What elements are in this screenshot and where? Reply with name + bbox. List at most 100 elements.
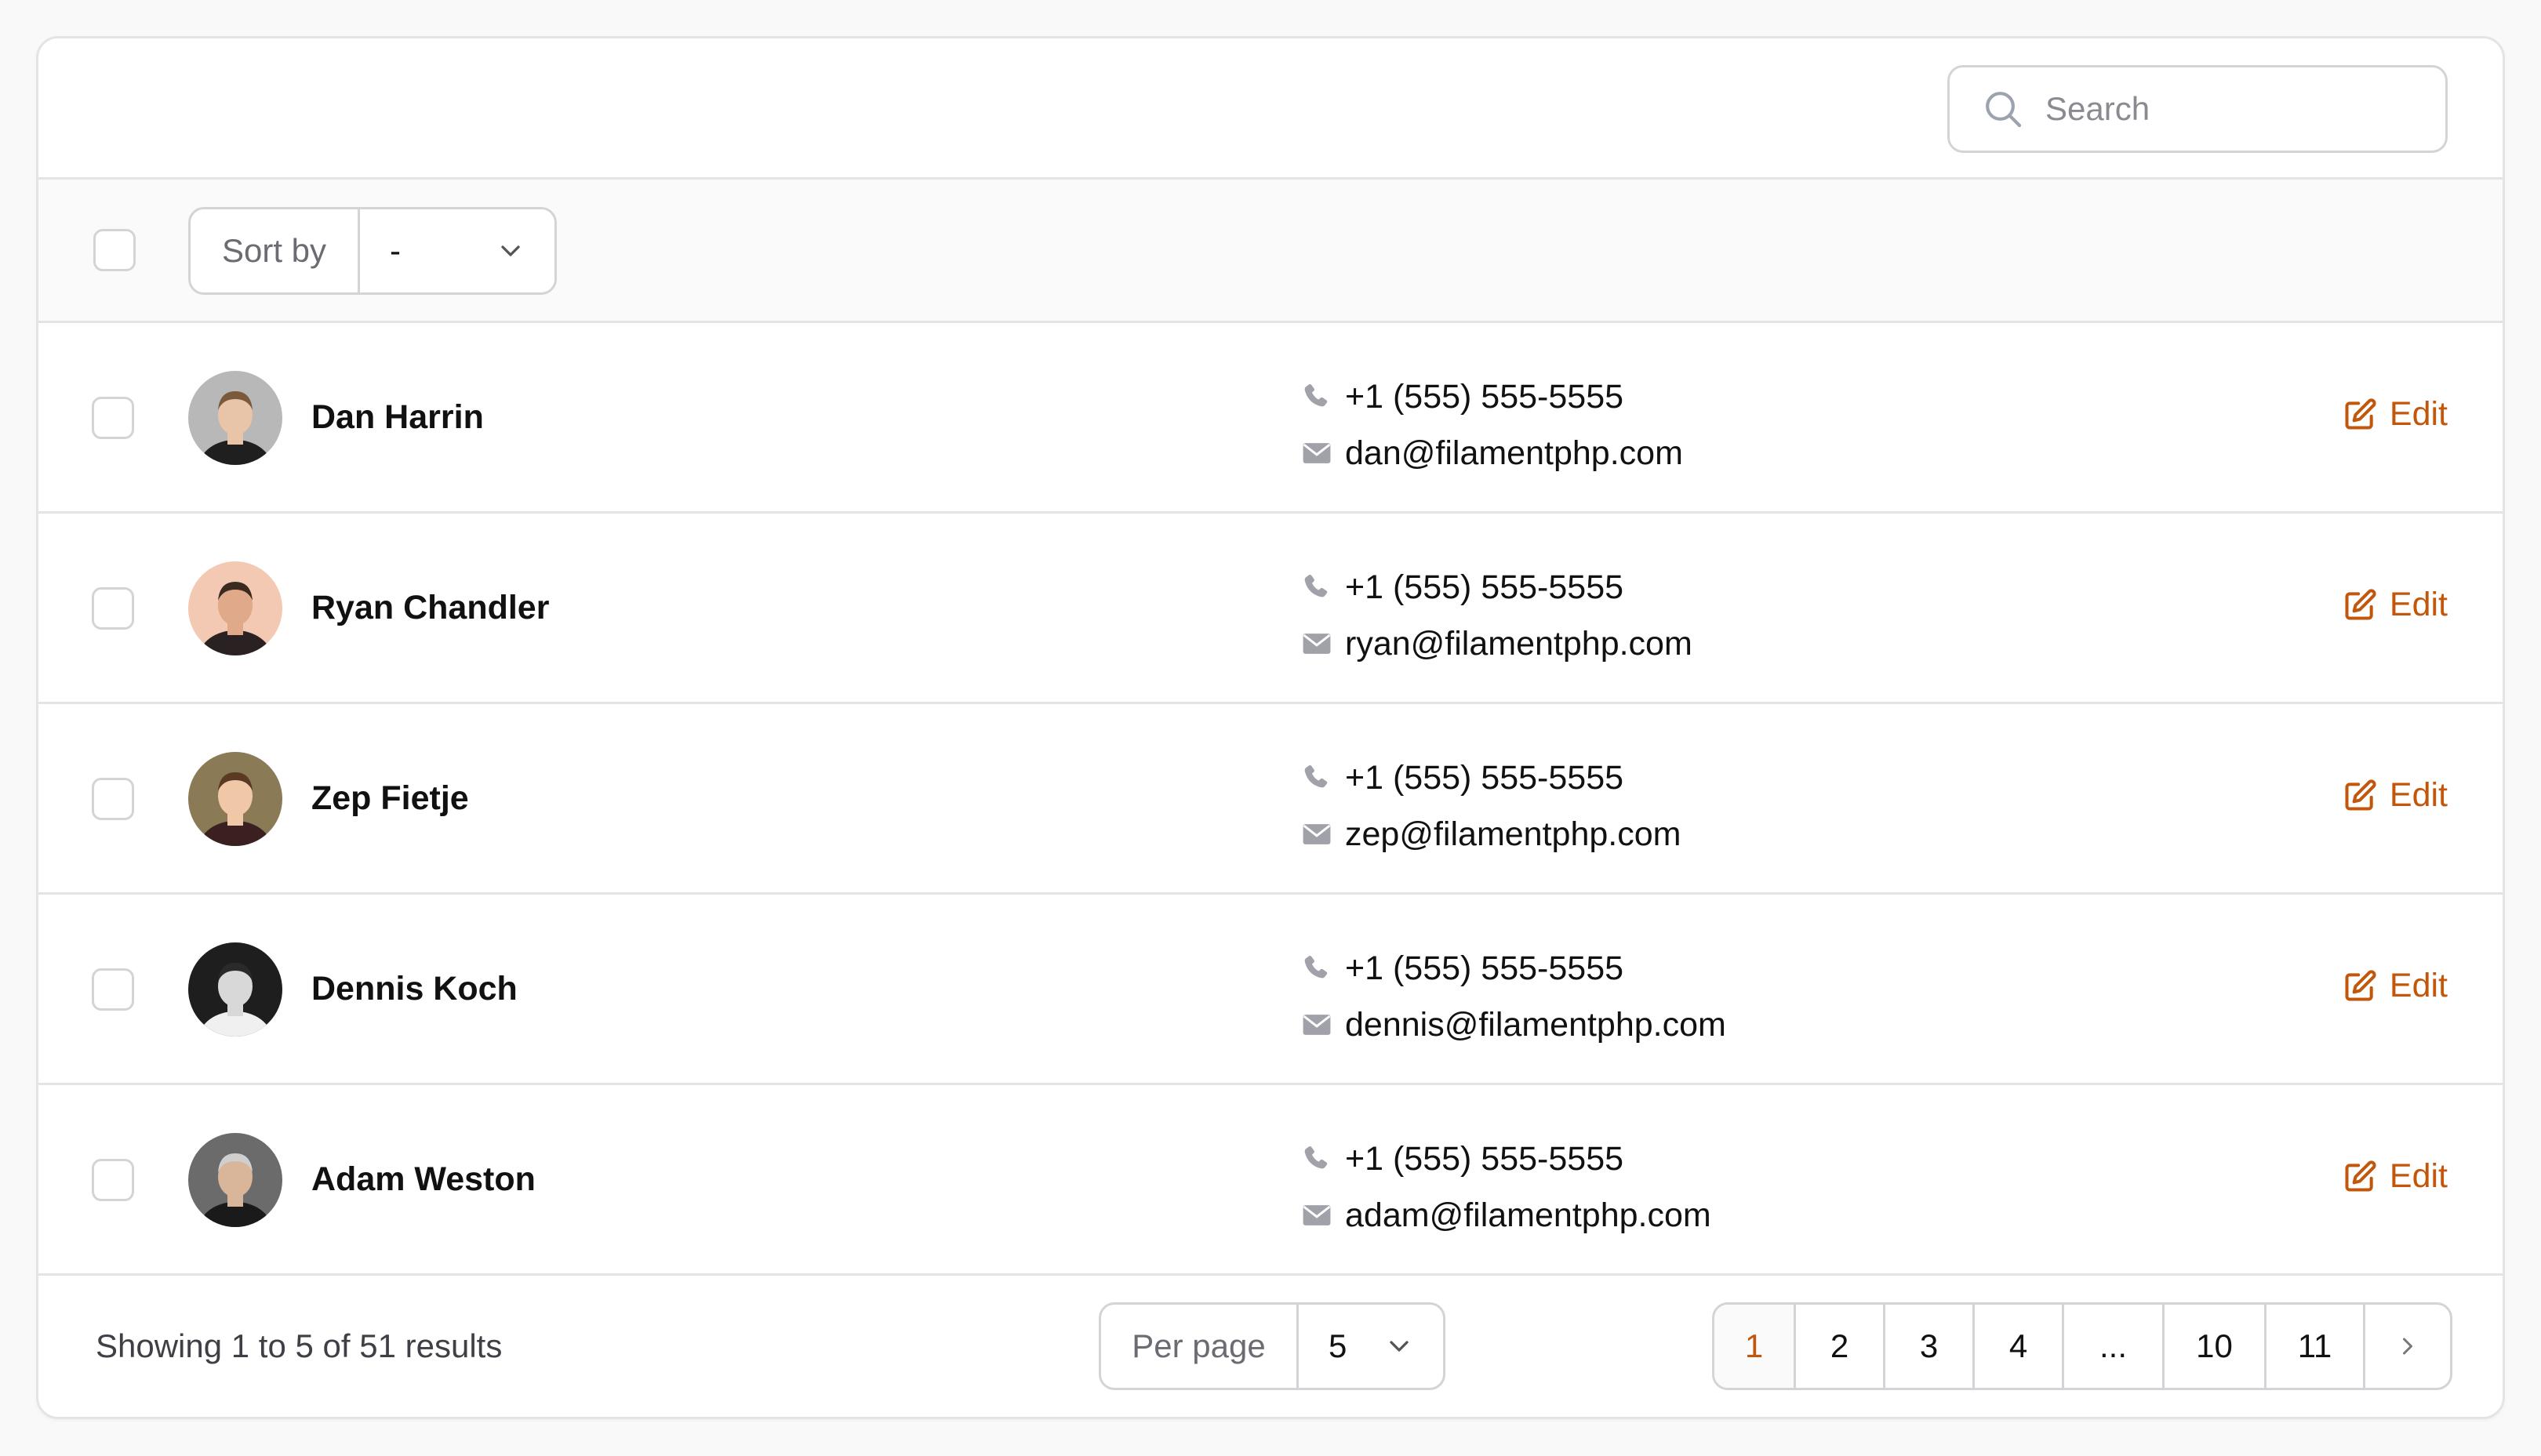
table-header-bar (38, 38, 2503, 180)
page-button[interactable]: 3 (1885, 1305, 1975, 1388)
phone-number: +1 (555) 555-5555 (1345, 568, 1624, 606)
edit-label: Edit (2389, 967, 2448, 1004)
table-row: Dennis Koch +1 (555) 555-5555 dennis@fil… (38, 895, 2503, 1085)
email-line: ryan@filamentphp.com (1300, 615, 1692, 672)
row-checkbox[interactable] (92, 968, 134, 1011)
email-address: dennis@filamentphp.com (1345, 1005, 1726, 1044)
avatar-image (188, 752, 282, 846)
pencil-square-icon (2345, 1160, 2376, 1192)
edit-button[interactable]: Edit (2343, 1157, 2448, 1196)
email-line: dan@filamentphp.com (1300, 425, 1683, 481)
pencil-square-icon (2345, 398, 2376, 430)
envelope-icon (1303, 634, 1331, 654)
phone-icon (1304, 764, 1328, 788)
avatar (188, 942, 282, 1037)
phone-number: +1 (555) 555-5555 (1345, 949, 1624, 987)
avatar-image (188, 371, 282, 465)
contact-details: +1 (555) 555-5555 adam@filamentphp.com (1300, 1131, 1711, 1244)
sort-label: Sort by (191, 209, 360, 292)
sort-value: - (390, 232, 401, 269)
page-button[interactable]: 4 (1975, 1305, 2064, 1388)
edit-button[interactable]: Edit (2343, 586, 2448, 624)
row-checkbox[interactable] (92, 587, 134, 630)
avatar-image (188, 1133, 282, 1227)
phone-number: +1 (555) 555-5555 (1345, 377, 1624, 416)
pagination: 1 2 3 4 ... 10 11 (1712, 1302, 2452, 1390)
chevron-right-icon (2403, 1338, 2412, 1355)
edit-label: Edit (2389, 586, 2448, 623)
edit-button[interactable]: Edit (2343, 967, 2448, 1005)
pencil-square-icon (2345, 588, 2376, 620)
edit-label: Edit (2389, 395, 2448, 433)
search-input[interactable] (2045, 90, 2422, 128)
table-row: Ryan Chandler +1 (555) 555-5555 ryan@fil… (38, 514, 2503, 704)
sort-select[interactable]: Sort by - (188, 207, 557, 295)
contact-name: Adam Weston (311, 1160, 536, 1198)
row-checkbox[interactable] (92, 778, 134, 820)
phone-line: +1 (555) 555-5555 (1300, 750, 1681, 806)
contact-name: Dan Harrin (311, 398, 484, 436)
avatar (188, 371, 282, 465)
email-address: dan@filamentphp.com (1345, 434, 1683, 472)
edit-button[interactable]: Edit (2343, 776, 2448, 815)
table-toolbar: Sort by - (38, 180, 2503, 323)
contact-name: Zep Fietje (311, 779, 469, 817)
results-summary: Showing 1 to 5 of 51 results (96, 1327, 503, 1364)
avatar (188, 1133, 282, 1227)
contacts-table: Sort by - Dan Harrin +1 (555) 555-5555 (36, 36, 2505, 1419)
per-page-value: 5 (1329, 1327, 1347, 1364)
page-ellipsis: ... (2064, 1305, 2165, 1388)
phone-icon (1304, 574, 1328, 597)
envelope-icon (1303, 1015, 1331, 1035)
per-page-select[interactable]: Per page 5 (1099, 1302, 1445, 1390)
contact-name: Ryan Chandler (311, 589, 550, 626)
row-checkbox[interactable] (92, 1159, 134, 1201)
pencil-square-icon (2345, 969, 2376, 1001)
per-page-dropdown[interactable]: 5 (1299, 1305, 1443, 1388)
select-all-checkbox[interactable] (93, 229, 136, 271)
contact-name: Dennis Koch (311, 970, 518, 1008)
edit-label: Edit (2389, 1157, 2448, 1195)
phone-line: +1 (555) 555-5555 (1300, 369, 1683, 425)
email-address: zep@filamentphp.com (1345, 815, 1681, 853)
email-line: dennis@filamentphp.com (1300, 997, 1726, 1053)
row-checkbox[interactable] (92, 397, 134, 439)
page-button[interactable]: 10 (2165, 1305, 2267, 1388)
phone-icon (1304, 1146, 1328, 1169)
page-button[interactable]: 2 (1796, 1305, 1885, 1388)
phone-number: +1 (555) 555-5555 (1345, 758, 1624, 797)
edit-button[interactable]: Edit (2343, 395, 2448, 434)
envelope-icon (1303, 824, 1331, 844)
phone-line: +1 (555) 555-5555 (1300, 940, 1726, 997)
table-row: Adam Weston +1 (555) 555-5555 adam@filam… (38, 1085, 2503, 1276)
search-icon (1986, 92, 2022, 128)
edit-label: Edit (2389, 776, 2448, 814)
phone-icon (1304, 955, 1328, 979)
contact-details: +1 (555) 555-5555 dennis@filamentphp.com (1300, 940, 1726, 1053)
phone-line: +1 (555) 555-5555 (1300, 1131, 1711, 1187)
avatar (188, 752, 282, 846)
pencil-square-icon (2345, 779, 2376, 811)
email-line: zep@filamentphp.com (1300, 806, 1681, 862)
email-address: adam@filamentphp.com (1345, 1196, 1711, 1234)
sort-value-dropdown[interactable]: - (360, 209, 554, 292)
contact-details: +1 (555) 555-5555 ryan@filamentphp.com (1300, 559, 1692, 672)
page-button[interactable]: 11 (2267, 1305, 2365, 1388)
email-address: ryan@filamentphp.com (1345, 624, 1692, 663)
table-footer: Showing 1 to 5 of 51 results Per page 5 … (38, 1276, 2503, 1417)
page-button-active[interactable]: 1 (1714, 1305, 1796, 1388)
phone-number: +1 (555) 555-5555 (1345, 1139, 1624, 1178)
envelope-icon (1303, 1205, 1331, 1225)
next-page-button[interactable] (2365, 1305, 2450, 1388)
avatar (188, 561, 282, 655)
phone-line: +1 (555) 555-5555 (1300, 559, 1692, 615)
search-box[interactable] (1947, 65, 2448, 153)
chevron-down-icon (1390, 1341, 1409, 1352)
table-row: Dan Harrin +1 (555) 555-5555 dan@filamen… (38, 323, 2503, 514)
per-page-label: Per page (1101, 1305, 1299, 1388)
envelope-icon (1303, 443, 1331, 463)
avatar-image (188, 942, 282, 1037)
email-line: adam@filamentphp.com (1300, 1187, 1711, 1244)
chevron-down-icon (501, 245, 520, 256)
contact-details: +1 (555) 555-5555 zep@filamentphp.com (1300, 750, 1681, 862)
